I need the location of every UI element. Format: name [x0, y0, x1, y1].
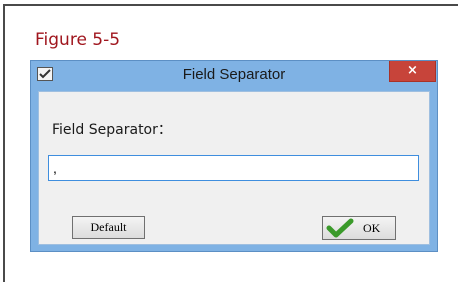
- frame-top-border: [3, 4, 458, 6]
- field-separator-label: Field Separator：: [52, 122, 172, 138]
- close-button[interactable]: ×: [389, 61, 436, 82]
- figure-caption: Figure 5-5: [35, 30, 121, 50]
- green-check-icon: [325, 218, 355, 238]
- title-bar[interactable]: Field Separator ×: [31, 61, 437, 90]
- ok-button[interactable]: OK: [322, 216, 396, 240]
- dialog-title: Field Separator: [182, 66, 286, 83]
- page: Figure 5-5 Field Separator × Field Separ…: [0, 0, 458, 282]
- default-button-label: Default: [90, 220, 127, 234]
- ok-button-label: OK: [363, 220, 381, 235]
- field-separator-input[interactable]: [48, 155, 419, 181]
- frame-left-border: [3, 4, 5, 282]
- default-button[interactable]: Default: [72, 216, 145, 239]
- dialog-body: Field Separator： Default OK: [38, 91, 430, 245]
- field-separator-dialog: Field Separator × Field Separator： Defau…: [30, 60, 438, 252]
